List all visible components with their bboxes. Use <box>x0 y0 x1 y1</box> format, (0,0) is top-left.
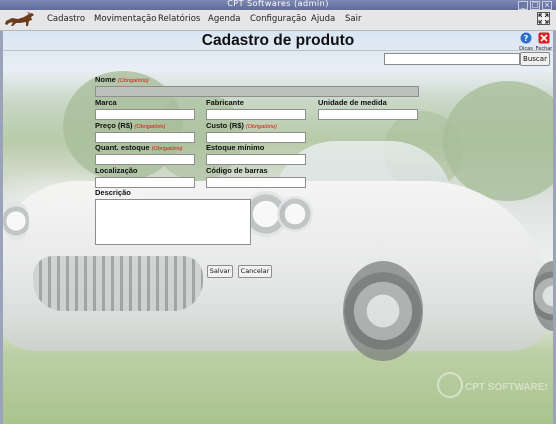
menu-ajuda[interactable]: Ajuda <box>311 14 335 24</box>
maximize-window-button[interactable]: □ <box>530 1 540 10</box>
quant-estoque-required-tag: (Obrigatório) <box>151 146 183 152</box>
menu-cadastro[interactable]: Cadastro <box>47 14 85 24</box>
custo-field[interactable] <box>206 132 306 143</box>
codigo-barras-field[interactable] <box>206 177 306 188</box>
custo-required-tag: (Obrigatório) <box>245 124 277 130</box>
preco-field[interactable] <box>95 132 195 143</box>
unidade-label: Unidade de medida <box>318 98 387 107</box>
search-input[interactable] <box>384 53 520 65</box>
estoque-minimo-label: Estoque mínimo <box>206 143 265 152</box>
menu-bar: Cadastro Movimentação Relatórios Agenda … <box>0 10 556 31</box>
window-title: CPT Softwares (admin) <box>227 0 329 8</box>
preco-label: Preço (R$) (Obrigatório) <box>95 121 165 130</box>
menu-configuracao[interactable]: Configuração <box>250 14 306 24</box>
nome-field[interactable] <box>95 86 419 97</box>
app-window: CPT Softwares (admin) _ □ × Cadastro Mov… <box>0 0 556 424</box>
quant-estoque-label: Quant. estoque (Obrigatório) <box>95 143 182 152</box>
quant-estoque-field[interactable] <box>95 154 195 165</box>
save-button[interactable]: Salvar <box>207 265 233 278</box>
menu-agenda[interactable]: Agenda <box>208 14 240 24</box>
custo-label: Custo (R$) (Obrigatório) <box>206 121 277 130</box>
quant-estoque-label-text: Quant. estoque <box>95 143 150 152</box>
menu-relatorios[interactable]: Relatórios <box>158 14 200 24</box>
header-separator <box>3 50 553 51</box>
fabricante-field[interactable] <box>206 109 306 120</box>
estoque-minimo-field[interactable] <box>206 154 306 165</box>
descricao-textarea[interactable] <box>95 199 251 245</box>
marca-label: Marca <box>95 98 117 107</box>
descricao-label: Descrição <box>95 188 131 197</box>
search-button[interactable]: Buscar <box>520 52 550 66</box>
localizacao-label: Localização <box>95 166 138 175</box>
codigo-barras-label: Código de barras <box>206 166 268 175</box>
close-form-button[interactable]: Fechar <box>535 32 553 52</box>
close-window-button[interactable]: × <box>542 1 552 10</box>
watermark-text: CPT SOFTWARES <box>465 382 547 393</box>
help-icon: ? <box>520 32 532 44</box>
main-content: Cadastro de produto ? Dicas Fechar Busca… <box>3 31 553 424</box>
page-title: Cadastro de produto <box>201 32 355 49</box>
localizacao-field[interactable] <box>95 177 195 188</box>
help-button[interactable]: ? Dicas <box>517 32 535 52</box>
marca-field[interactable] <box>95 109 195 120</box>
minimize-window-button[interactable]: _ <box>518 1 528 10</box>
nome-label: Nome (Obrigatório) <box>95 75 149 84</box>
horse-logo-icon <box>5 12 34 26</box>
nome-required-tag: (Obrigatório) <box>117 78 149 84</box>
preco-required-tag: (Obrigatório) <box>134 124 166 130</box>
preco-label-text: Preço (R$) <box>95 121 133 130</box>
window-titlebar: CPT Softwares (admin) _ □ × <box>0 0 556 10</box>
nome-label-text: Nome <box>95 75 116 84</box>
svg-text:?: ? <box>524 34 529 43</box>
menu-sair[interactable]: Sair <box>345 14 361 24</box>
fabricante-label: Fabricante <box>206 98 244 107</box>
cpt-watermark-logo: CPT SOFTWARES <box>437 372 547 398</box>
cancel-button[interactable]: Cancelar <box>238 265 272 278</box>
close-icon <box>538 32 550 44</box>
custo-label-text: Custo (R$) <box>206 121 244 130</box>
menu-movimentacao[interactable]: Movimentação <box>94 14 156 24</box>
unidade-field[interactable] <box>318 109 418 120</box>
fullscreen-icon[interactable] <box>537 12 550 25</box>
